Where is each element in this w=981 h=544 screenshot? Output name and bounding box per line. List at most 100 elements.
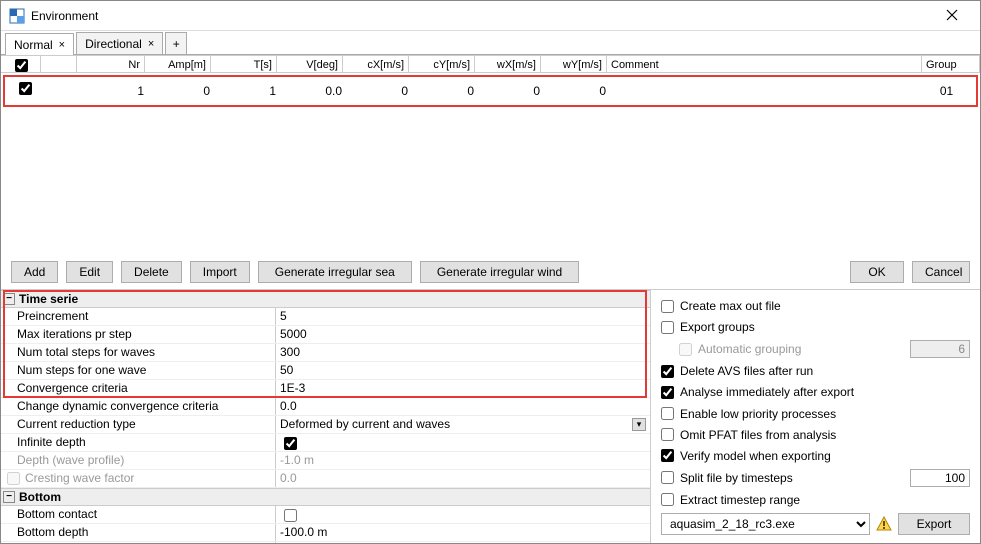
gen-irregular-wind-button[interactable]: Generate irregular wind bbox=[420, 261, 579, 283]
add-button[interactable]: Add bbox=[11, 261, 58, 283]
executable-select[interactable]: aquasim_2_18_rc3.exe bbox=[661, 513, 870, 535]
delete-button[interactable]: Delete bbox=[121, 261, 182, 283]
opt-label: Omit PFAT files from analysis bbox=[680, 428, 970, 442]
pg-row-inf-depth[interactable]: Infinite depth bbox=[1, 434, 650, 452]
col-header-nr[interactable]: Nr bbox=[77, 56, 145, 72]
pg-group-bottom[interactable]: − Bottom bbox=[1, 488, 650, 506]
collapse-icon[interactable]: − bbox=[3, 491, 15, 503]
opt-delete-avs[interactable]: Delete AVS files after run bbox=[661, 363, 970, 379]
opt-extract-range[interactable]: Extract timestep range bbox=[661, 492, 970, 508]
row-select-checkbox[interactable] bbox=[19, 82, 32, 95]
pg-row-total-steps[interactable]: Num total steps for waves 300 bbox=[1, 344, 650, 362]
gen-irregular-sea-button[interactable]: Generate irregular sea bbox=[258, 261, 412, 283]
pg-label: Convergence criteria bbox=[1, 380, 276, 397]
inf-depth-checkbox[interactable] bbox=[284, 437, 297, 450]
checkbox[interactable] bbox=[661, 428, 674, 441]
pg-row-bottom-contact[interactable]: Bottom contact bbox=[1, 506, 650, 524]
checkbox[interactable] bbox=[661, 407, 674, 420]
pg-row-change-dyn[interactable]: Change dynamic convergence criteria 0.0 bbox=[1, 398, 650, 416]
table-row[interactable]: 1 0 1 0.0 0 0 0 0 01 bbox=[5, 77, 976, 105]
collapse-icon[interactable]: − bbox=[3, 293, 15, 305]
opt-export-groups[interactable]: Export groups bbox=[661, 319, 970, 335]
checkbox[interactable] bbox=[661, 321, 674, 334]
checkbox[interactable] bbox=[661, 300, 674, 313]
opt-split-file[interactable]: Split file by timesteps bbox=[661, 469, 970, 487]
checkbox[interactable] bbox=[661, 471, 674, 484]
chevron-down-icon[interactable]: ▾ bbox=[632, 418, 646, 431]
cell-cx[interactable]: 0 bbox=[347, 77, 413, 105]
col-header-wx[interactable]: wX[m/s] bbox=[475, 56, 541, 72]
col-header-cx[interactable]: cX[m/s] bbox=[343, 56, 409, 72]
bottom-contact-checkbox[interactable] bbox=[284, 509, 297, 522]
pg-value[interactable] bbox=[276, 542, 650, 543]
tab-close-icon[interactable]: × bbox=[59, 39, 65, 51]
col-header-group[interactable]: Group bbox=[922, 56, 980, 72]
pg-row-bottom-depth[interactable]: Bottom depth -100.0 m bbox=[1, 524, 650, 542]
pg-row-max-iter[interactable]: Max iterations pr step 5000 bbox=[1, 326, 650, 344]
tab-close-icon[interactable]: × bbox=[148, 38, 154, 50]
select-all-checkbox[interactable] bbox=[15, 59, 28, 72]
opt-omit-pfat[interactable]: Omit PFAT files from analysis bbox=[661, 427, 970, 443]
col-header-t[interactable]: T[s] bbox=[211, 56, 277, 72]
pg-row-current-red[interactable]: Current reduction type Deformed by curre… bbox=[1, 416, 650, 434]
checkbox[interactable] bbox=[661, 386, 674, 399]
pg-value[interactable]: 5 bbox=[276, 308, 650, 325]
tab-directional[interactable]: Directional × bbox=[76, 32, 163, 54]
tab-label: Directional bbox=[85, 37, 142, 51]
ok-button[interactable]: OK bbox=[850, 261, 904, 283]
pg-label: Change dynamic convergence criteria bbox=[1, 398, 276, 415]
col-header-wy[interactable]: wY[m/s] bbox=[541, 56, 607, 72]
opt-low-priority[interactable]: Enable low priority processes bbox=[661, 406, 970, 422]
pg-value[interactable] bbox=[276, 434, 650, 451]
export-button[interactable]: Export bbox=[898, 513, 970, 535]
cell-amp[interactable]: 0 bbox=[149, 77, 215, 105]
tab-add[interactable]: + bbox=[165, 32, 187, 54]
split-file-field[interactable] bbox=[910, 469, 970, 487]
cell-group[interactable]: 01 bbox=[918, 77, 976, 105]
pg-value[interactable]: 1E-3 bbox=[276, 380, 650, 397]
pg-group-label: Bottom bbox=[19, 490, 61, 504]
col-header-v[interactable]: V[deg] bbox=[277, 56, 343, 72]
col-header-amp[interactable]: Amp[m] bbox=[145, 56, 211, 72]
cell-wx[interactable]: 0 bbox=[479, 77, 545, 105]
pg-label: Num total steps for waves bbox=[1, 344, 276, 361]
pg-row-conv-criteria[interactable]: Convergence criteria 1E-3 bbox=[1, 380, 650, 398]
checkbox[interactable] bbox=[661, 493, 674, 506]
edit-button[interactable]: Edit bbox=[66, 261, 113, 283]
pg-label: Current reduction type bbox=[1, 416, 276, 433]
pg-row-crest-wave: Cresting wave factor 0.0 bbox=[1, 470, 650, 488]
opt-analyse-immediately[interactable]: Analyse immediately after export bbox=[661, 384, 970, 400]
pg-row-steps-one-wave[interactable]: Num steps for one wave 50 bbox=[1, 362, 650, 380]
cell-nr[interactable]: 1 bbox=[81, 77, 149, 105]
tab-label: Normal bbox=[14, 38, 53, 52]
cell-wy[interactable]: 0 bbox=[545, 77, 611, 105]
pg-value[interactable]: 300 bbox=[276, 344, 650, 361]
cell-cy[interactable]: 0 bbox=[413, 77, 479, 105]
cell-v[interactable]: 0.0 bbox=[281, 77, 347, 105]
pg-row-use-terrain[interactable]: Use terrain as bottom bbox=[1, 542, 650, 543]
window-close-button[interactable] bbox=[932, 1, 972, 31]
checkbox[interactable] bbox=[661, 449, 674, 462]
cell-comment[interactable] bbox=[611, 77, 918, 105]
pg-value[interactable]: 50 bbox=[276, 362, 650, 379]
checkbox[interactable] bbox=[661, 365, 674, 378]
pg-row-preincrement[interactable]: Preincrement 5 bbox=[1, 308, 650, 326]
titlebar: Environment bbox=[1, 1, 980, 31]
col-header-cy[interactable]: cY[m/s] bbox=[409, 56, 475, 72]
pg-label: Max iterations pr step bbox=[1, 326, 276, 343]
pg-value[interactable]: 5000 bbox=[276, 326, 650, 343]
tab-normal[interactable]: Normal × bbox=[5, 33, 74, 55]
opt-verify-model[interactable]: Verify model when exporting bbox=[661, 448, 970, 464]
property-grid[interactable]: − Time serie Preincrement 5 Max iteratio… bbox=[1, 290, 651, 543]
pg-group-time-serie[interactable]: − Time serie bbox=[1, 290, 650, 308]
pg-value[interactable] bbox=[276, 506, 650, 523]
col-header-select-all[interactable] bbox=[1, 56, 41, 72]
pg-value[interactable]: 0.0 bbox=[276, 398, 650, 415]
opt-create-max-out[interactable]: Create max out file bbox=[661, 298, 970, 314]
import-button[interactable]: Import bbox=[190, 261, 250, 283]
pg-value[interactable]: Deformed by current and waves ▾ bbox=[276, 416, 650, 433]
pg-value[interactable]: -100.0 m bbox=[276, 524, 650, 541]
cancel-button[interactable]: Cancel bbox=[912, 261, 970, 283]
col-header-comment[interactable]: Comment bbox=[607, 56, 922, 72]
cell-t[interactable]: 1 bbox=[215, 77, 281, 105]
